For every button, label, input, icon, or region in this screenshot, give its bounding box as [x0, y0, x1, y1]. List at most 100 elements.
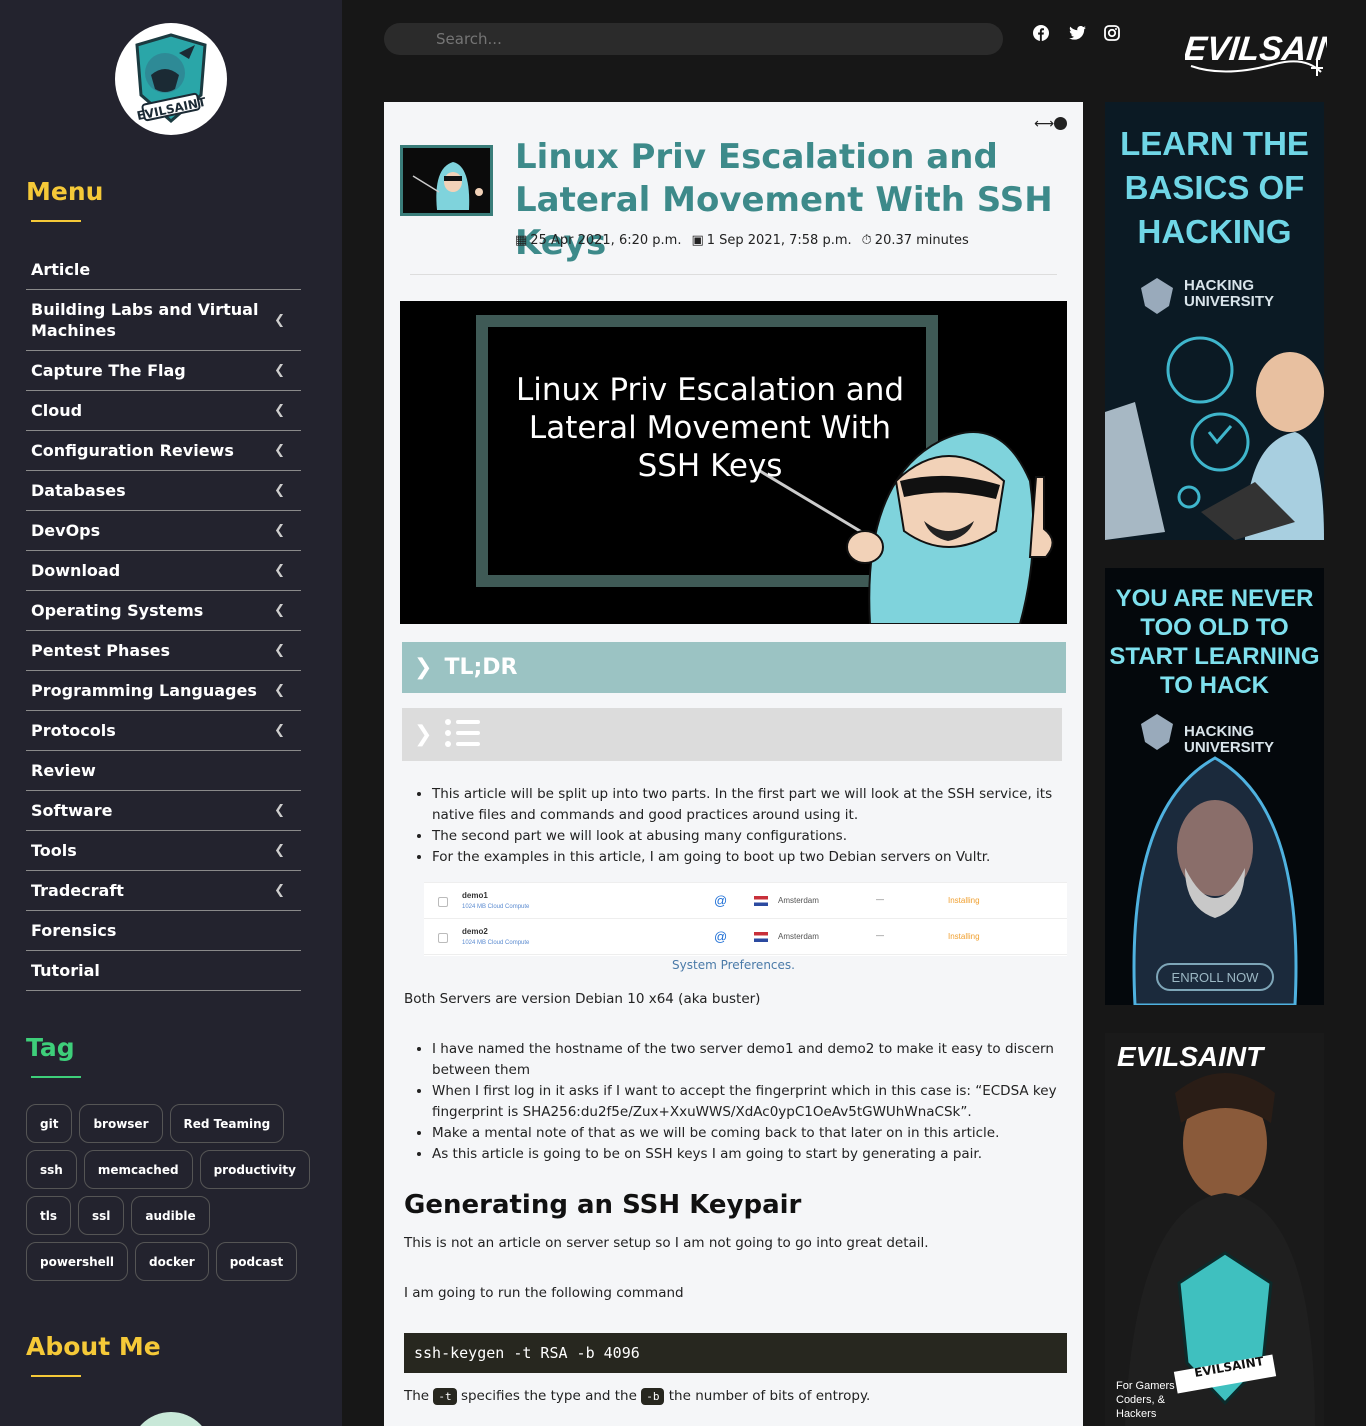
- row-checkbox[interactable]: [438, 897, 448, 907]
- calendar-icon: ▦: [515, 233, 528, 248]
- chevron-left-icon[interactable]: ❮: [274, 683, 285, 698]
- paragraph-command-intro: I am going to run the following command: [404, 1285, 684, 1301]
- sidebar-menu-item[interactable]: Cloud ❮: [26, 391, 301, 431]
- sidebar-menu-item[interactable]: Building Labs and Virtual Machines ❮: [26, 290, 301, 351]
- tag-chip[interactable]: browser: [79, 1104, 163, 1143]
- servers-version-text: Both Servers are version Debian 10 x64 (…: [404, 991, 761, 1007]
- sidebar-menu-item-label: Download: [31, 561, 121, 580]
- read-time: 20.37 minutes: [874, 233, 969, 248]
- sidebar-menu-item[interactable]: Operating Systems ❮: [26, 591, 301, 631]
- chevron-left-icon[interactable]: ❮: [274, 803, 285, 818]
- sidebar-menu-item-label: Article: [31, 260, 91, 279]
- code-block[interactable]: ssh-keygen -t RSA -b 4096: [404, 1333, 1067, 1373]
- chevron-left-icon[interactable]: ❮: [274, 363, 285, 378]
- chevron-left-icon[interactable]: ❮: [274, 843, 285, 858]
- sidebar-menu-item[interactable]: Article: [26, 250, 301, 290]
- about-heading-underline: [31, 1375, 81, 1377]
- tldr-toggle[interactable]: ❯ TL;DR: [402, 642, 1066, 693]
- tag-chip[interactable]: powershell: [26, 1242, 129, 1281]
- tag-chip[interactable]: memcached: [83, 1150, 193, 1189]
- server-location: Amsterdam: [778, 932, 819, 941]
- sidebar-menu-item[interactable]: Pentest Phases ❮: [26, 631, 301, 671]
- row-checkbox[interactable]: [438, 933, 448, 943]
- sidebar-menu-item-label: Tradecraft: [31, 881, 124, 900]
- sidebar-menu-item[interactable]: Software ❮: [26, 791, 301, 831]
- chevron-left-icon[interactable]: ❮: [274, 603, 285, 618]
- ad-evilsaint-merch[interactable]: EVILSAINT EVILSAINT For Gamers Coders, &…: [1105, 1033, 1324, 1426]
- stopwatch-icon: ⏱: [861, 233, 872, 248]
- chevron-left-icon[interactable]: ❮: [274, 643, 285, 658]
- chevron-left-icon[interactable]: ❮: [274, 443, 285, 458]
- sidebar-menu-item[interactable]: Programming Languages ❮: [26, 671, 301, 711]
- tag-chip[interactable]: ssh: [26, 1150, 77, 1189]
- sidebar-menu-item[interactable]: Tutorial: [26, 951, 301, 991]
- sidebar-menu-item[interactable]: Databases ❮: [26, 471, 301, 511]
- chevron-left-icon[interactable]: ❮: [274, 313, 285, 328]
- sidebar-menu-item-label: Forensics: [31, 921, 117, 940]
- sidebar: EVILSAINT Menu Article Building Labs and …: [0, 0, 342, 1426]
- ad1-headline: LEARN THE BASICS OF HACKING: [1105, 122, 1324, 254]
- sidebar-menu-item[interactable]: Protocols ❮: [26, 711, 301, 751]
- chevron-left-icon[interactable]: ❮: [274, 563, 285, 578]
- paragraph-setup: This is not an article on server setup s…: [404, 1235, 929, 1251]
- tag-chip[interactable]: git: [26, 1104, 73, 1143]
- tag-chip[interactable]: podcast: [215, 1242, 298, 1281]
- ad-learn-hacking[interactable]: LEARN THE BASICS OF HACKING HACKING UNIV…: [1105, 102, 1324, 540]
- server-row[interactable]: demo2 1024 MB Cloud Compute @ Amsterdam — Ins…: [424, 919, 1067, 955]
- ad-never-too-old[interactable]: YOU ARE NEVER TOO OLD TO START LEARNING …: [1105, 568, 1324, 1005]
- sidebar-menu-item[interactable]: Tools ❮: [26, 831, 301, 871]
- server-row[interactable]: demo1 1024 MB Cloud Compute @ Amsterdam — Ins…: [424, 883, 1067, 919]
- published-date: 25 Apr 2021, 6:20 p.m.: [530, 233, 682, 248]
- sidebar-menu-item-label: Building Labs and Virtual Machines: [31, 300, 259, 340]
- sidebar-menu-item-label: Capture The Flag: [31, 361, 186, 380]
- tag-chip[interactable]: ssl: [78, 1196, 125, 1235]
- about-avatar: [130, 1412, 212, 1426]
- paragraph-flags: The -t specifies the type and the -b the…: [404, 1388, 870, 1405]
- tag-chip[interactable]: tls: [26, 1196, 71, 1235]
- twitter-icon[interactable]: [1068, 24, 1086, 42]
- sidebar-menu-item-label: Software: [31, 801, 113, 820]
- sidebar-menu-item-label: Databases: [31, 481, 126, 500]
- list-item: As this article is going to be on SSH ke…: [432, 1144, 1057, 1165]
- intro-bullets: This article will be split up into two p…: [432, 784, 1057, 868]
- chevron-left-icon[interactable]: ❮: [274, 403, 285, 418]
- sidebar-menu-item[interactable]: DevOps ❮: [26, 511, 301, 551]
- tag-chip[interactable]: productivity: [199, 1150, 310, 1189]
- table-of-contents-toggle[interactable]: ❯: [402, 708, 1062, 761]
- sidebar-menu-item[interactable]: Review: [26, 751, 301, 791]
- article-meta: ▦ 25 Apr 2021, 6:20 p.m. ▣ 1 Sep 2021, 7:5…: [515, 233, 969, 248]
- enroll-now-button[interactable]: ENROLL NOW: [1157, 970, 1273, 985]
- server-spec: 1024 MB Cloud Compute: [462, 904, 530, 910]
- tag-chip[interactable]: audible: [131, 1196, 210, 1235]
- updated-date: 1 Sep 2021, 7:58 p.m.: [706, 233, 852, 248]
- tldr-label: TL;DR: [444, 655, 518, 680]
- netherlands-flag-icon: [754, 932, 768, 942]
- sidebar-menu-item[interactable]: Capture The Flag ❮: [26, 351, 301, 391]
- sidebar-menu-item[interactable]: Tradecraft ❮: [26, 871, 301, 911]
- search-input[interactable]: [384, 23, 1003, 55]
- list-item: When I first log in it asks if I want to…: [432, 1081, 1057, 1123]
- brand-logo[interactable]: EVILSAINT: [1182, 20, 1366, 80]
- tag-chip[interactable]: docker: [135, 1242, 209, 1281]
- tag-heading: Tag: [26, 1033, 75, 1062]
- debian-icon: @: [714, 929, 728, 944]
- ad2-line2: TOO OLD TO: [1140, 614, 1289, 641]
- chevron-left-icon[interactable]: ❮: [274, 883, 285, 898]
- chevron-left-icon[interactable]: ❮: [274, 723, 285, 738]
- chevron-left-icon[interactable]: ❮: [274, 523, 285, 538]
- facebook-icon[interactable]: [1032, 24, 1050, 42]
- server-ip: —: [876, 895, 884, 904]
- ad2-headline: YOU ARE NEVER TOO OLD TO START LEARNING …: [1105, 584, 1324, 700]
- chevron-left-icon[interactable]: ❮: [274, 483, 285, 498]
- theme-toggle-dot[interactable]: [1054, 117, 1067, 130]
- site-logo[interactable]: EVILSAINT: [115, 23, 227, 135]
- tag-chip[interactable]: Red Teaming: [169, 1104, 285, 1143]
- sidebar-menu-item[interactable]: Configuration Reviews ❮: [26, 431, 301, 471]
- sidebar-menu-item[interactable]: Forensics: [26, 911, 301, 951]
- sidebar-menu-item-label: Tools: [31, 841, 77, 860]
- instagram-icon[interactable]: [1103, 24, 1121, 42]
- sidebar-menu-item[interactable]: Download ❮: [26, 551, 301, 591]
- toggle-width-icon[interactable]: ⟷: [1034, 116, 1054, 132]
- list-item: I have named the hostname of the two ser…: [432, 1039, 1057, 1081]
- sidebar-menu-item-label: Configuration Reviews: [31, 441, 234, 460]
